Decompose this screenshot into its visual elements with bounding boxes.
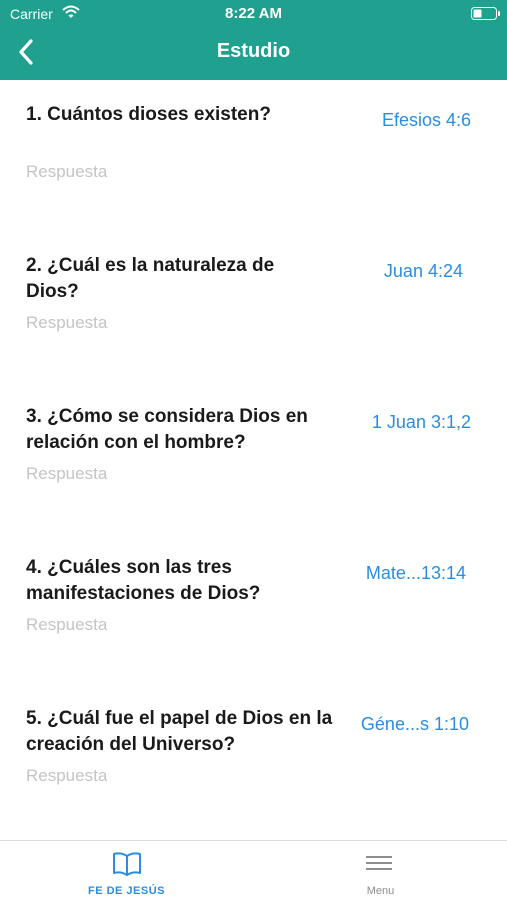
menu-icon (366, 856, 392, 870)
question-item: 5. ¿Cuál fue el papel de Dios en la crea… (0, 684, 507, 835)
answer-field[interactable] (26, 612, 481, 638)
tab-bar: FE DE JESÚS Menu (0, 840, 507, 900)
answer-field[interactable] (26, 763, 481, 789)
bible-reference-link[interactable]: Mate...13:14 (326, 563, 466, 584)
bible-reference-link[interactable]: Juan 4:24 (323, 261, 463, 282)
question-item: 4. ¿Cuáles son las tres manifestaciones … (0, 533, 507, 684)
question-list[interactable]: 1. Cuántos dioses existen? Efesios 4:6 2… (0, 80, 507, 840)
tab-fe-de-jesus[interactable]: FE DE JESÚS (0, 841, 253, 900)
tab-label: Menu (366, 885, 395, 897)
question-item: 1. Cuántos dioses existen? Efesios 4:6 (0, 80, 507, 231)
nav-bar: Estudio (0, 28, 507, 80)
question-text: 3. ¿Cómo se considera Dios en relación c… (26, 406, 308, 453)
bible-reference-link[interactable]: Géne...s 1:10 (329, 714, 469, 735)
question-text: 4. ¿Cuáles son las tres manifestaciones … (26, 557, 261, 604)
tab-menu[interactable]: Menu (254, 841, 507, 900)
status-bar: Carrier 8:22 AM (0, 0, 507, 28)
question-text: 1. Cuántos dioses existen? (26, 104, 271, 125)
question-item: 2. ¿Cuál es la naturaleza de Dios? Juan … (0, 231, 507, 382)
question-text: 2. ¿Cuál es la naturaleza de Dios? (26, 255, 275, 302)
answer-field[interactable] (26, 310, 481, 336)
bible-reference-link[interactable]: 1 Juan 3:1,2 (331, 412, 471, 433)
answer-field[interactable] (26, 159, 481, 185)
book-icon (113, 852, 141, 876)
answer-field[interactable] (26, 461, 481, 487)
bible-reference-link[interactable]: Efesios 4:6 (331, 110, 471, 131)
tab-label: FE DE JESÚS (87, 885, 166, 897)
page-title: Estudio (216, 40, 291, 62)
battery-icon (471, 7, 500, 20)
question-text: 5. ¿Cuál fue el papel de Dios en la crea… (26, 708, 333, 755)
status-time: 8:22 AM (225, 5, 282, 22)
question-item: 3. ¿Cómo se considera Dios en relación c… (0, 382, 507, 533)
app-header: Carrier 8:22 AM Estudio (0, 0, 507, 80)
